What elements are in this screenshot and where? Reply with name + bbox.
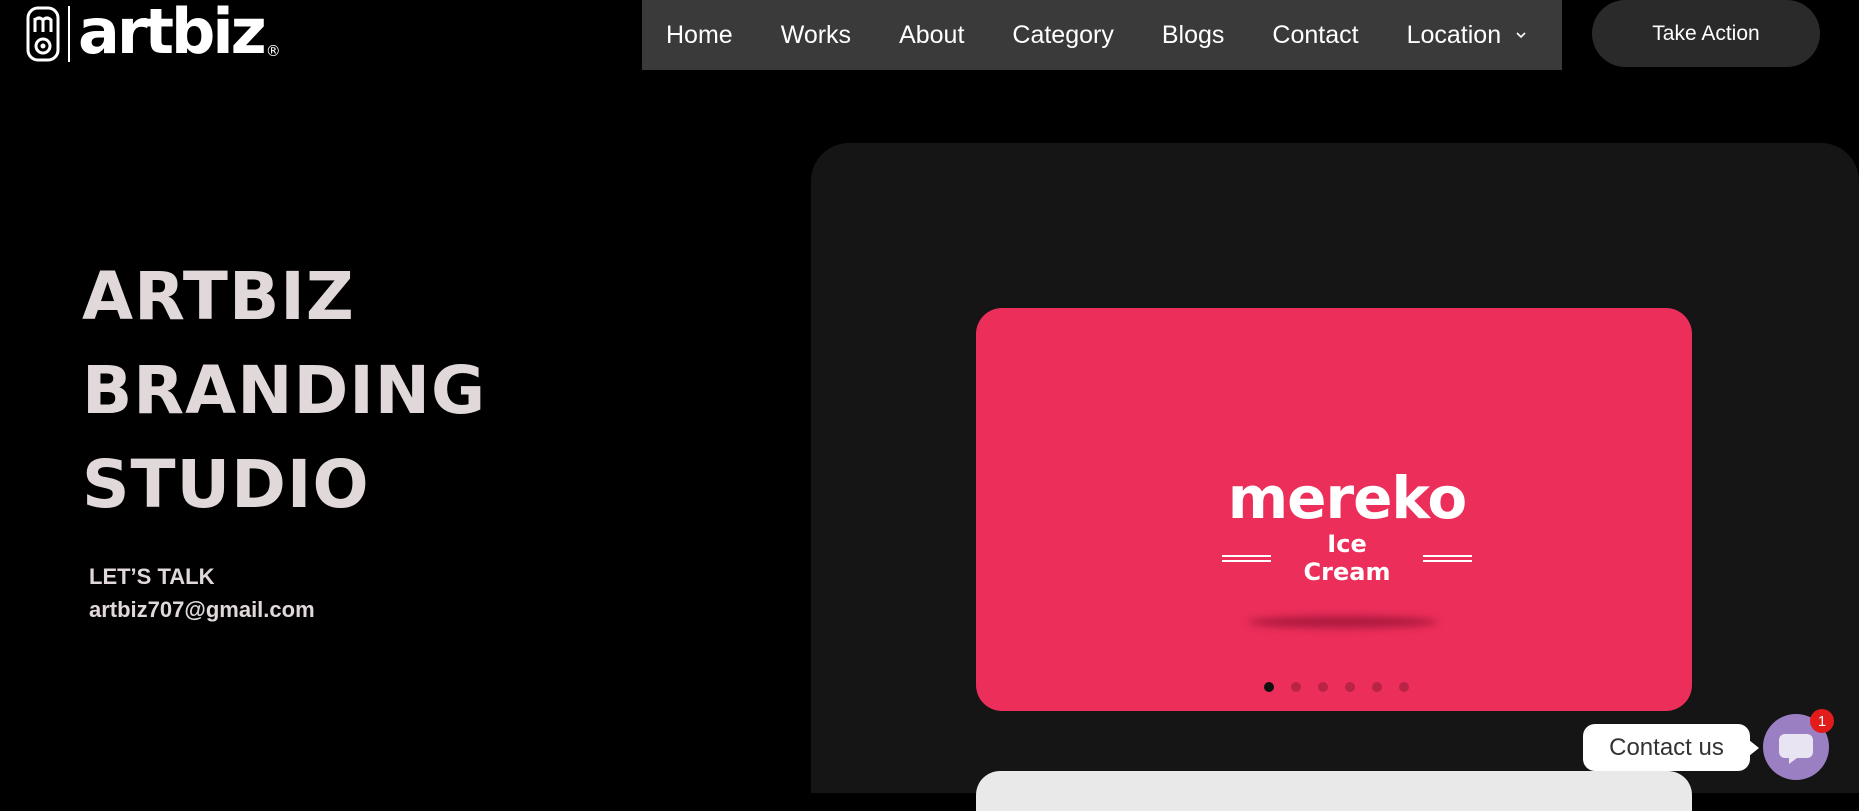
nav-item-about[interactable]: About xyxy=(899,21,964,50)
hero-title-line: BRANDING xyxy=(82,352,487,429)
nav-item-blogs[interactable]: Blogs xyxy=(1162,21,1225,50)
slider-dot[interactable] xyxy=(1291,682,1301,692)
logo-divider xyxy=(68,6,70,62)
registered-mark: ® xyxy=(265,42,281,60)
slider-dot[interactable] xyxy=(1264,682,1274,692)
brand-tagline: Ice Cream xyxy=(1303,530,1391,586)
logo-wordmark: artbiz xyxy=(78,0,267,68)
contact-us-bubble[interactable]: Contact us xyxy=(1583,724,1759,771)
brand-shadow xyxy=(1248,616,1438,628)
slider-dot[interactable] xyxy=(1318,682,1328,692)
nav-item-home[interactable]: Home xyxy=(666,21,733,50)
main-nav: Home Works About Category Blogs Contact … xyxy=(642,0,1562,70)
hero-title: ARTBIZ BRANDING STUDIO xyxy=(82,250,486,532)
slider-dot[interactable] xyxy=(1345,682,1355,692)
hero-title-line: STUDIO xyxy=(82,446,370,523)
nav-item-category[interactable]: Category xyxy=(1012,21,1113,50)
site-logo[interactable]: artbiz ® xyxy=(26,0,281,68)
notification-badge: 1 xyxy=(1810,709,1834,733)
lets-talk-label: LET’S TALK xyxy=(89,564,215,589)
slider-dot[interactable] xyxy=(1372,682,1382,692)
brand-logo: mereko Ice Cream xyxy=(1222,464,1473,586)
brand-name: mereko xyxy=(1227,464,1468,532)
chat-icon xyxy=(1779,734,1813,764)
contact-email-link[interactable]: artbiz707@gmail.com xyxy=(89,597,315,623)
nav-item-works[interactable]: Works xyxy=(781,21,851,50)
brand-subline: Ice Cream xyxy=(1222,530,1473,586)
brand-rule-right xyxy=(1423,554,1473,562)
logo-mark-icon xyxy=(26,6,60,62)
chevron-down-icon xyxy=(1516,32,1526,39)
slider-dot[interactable] xyxy=(1399,682,1409,692)
hero-title-line: ARTBIZ xyxy=(82,258,355,335)
next-portfolio-card[interactable] xyxy=(976,771,1692,811)
take-action-button[interactable]: Take Action xyxy=(1592,0,1820,67)
slider-pagination xyxy=(1264,682,1409,692)
portfolio-slide[interactable]: mereko Ice Cream xyxy=(976,308,1692,711)
nav-item-location[interactable]: Location xyxy=(1407,21,1528,50)
brand-rule-left xyxy=(1222,554,1271,562)
nav-item-contact[interactable]: Contact xyxy=(1272,21,1358,50)
nav-item-location-label: Location xyxy=(1406,20,1502,49)
